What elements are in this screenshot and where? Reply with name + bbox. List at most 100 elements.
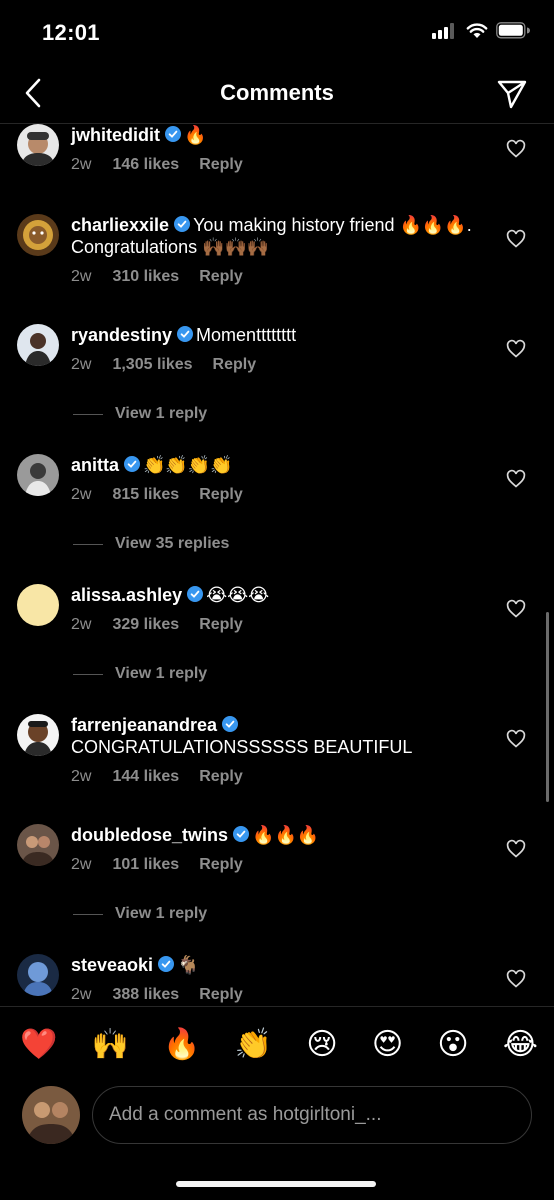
heart-icon[interactable] — [506, 469, 526, 489]
status-time: 12:01 — [42, 20, 100, 45]
scrollbar[interactable] — [546, 612, 549, 802]
comment-input[interactable] — [92, 1086, 532, 1144]
wifi-icon — [466, 22, 488, 38]
reply-button[interactable]: Reply — [199, 856, 243, 873]
reaction-heart-eyes-emoji[interactable]: 😍 — [372, 1027, 403, 1062]
comment-likes[interactable]: 1,305 likes — [112, 356, 192, 373]
reply-button[interactable]: Reply — [199, 616, 243, 633]
comment-likes[interactable]: 388 likes — [112, 986, 179, 1003]
comment-username[interactable]: jwhitedidit — [71, 125, 160, 145]
reaction-clap-emoji[interactable]: 👏 — [235, 1027, 272, 1062]
heart-icon[interactable] — [506, 969, 526, 989]
heart-icon[interactable] — [506, 599, 526, 619]
heart-icon[interactable] — [506, 229, 526, 249]
comment-text: 🔥🔥🔥 — [252, 825, 320, 845]
view-replies-button[interactable]: View 1 reply — [73, 905, 207, 923]
verified-badge-icon — [158, 956, 175, 972]
comment-body: steveaoki 🐐 — [71, 954, 481, 976]
my-avatar — [22, 1086, 80, 1144]
comment-item: anitta 👏👏👏👏 2w 815 likes Reply View 35 repl… — [0, 454, 554, 554]
view-replies-label: View 1 reply — [115, 665, 208, 682]
paper-plane-icon — [497, 80, 527, 109]
comment-likes[interactable]: 144 likes — [112, 768, 179, 785]
comment-username[interactable]: anitta — [71, 455, 119, 475]
reaction-surprised-emoji[interactable]: 😮 — [437, 1027, 468, 1062]
comment-item: doubledose_twins 🔥🔥🔥 2w 101 likes Reply Vie… — [0, 824, 554, 924]
avatar[interactable] — [17, 124, 59, 166]
reaction-heart-emoji[interactable]: ❤️ — [20, 1027, 57, 1062]
comment-meta: 2w 144 likes Reply — [71, 768, 263, 786]
verified-badge-icon — [233, 826, 250, 842]
avatar[interactable] — [17, 824, 59, 866]
comment-meta: 2w 329 likes Reply — [71, 616, 263, 634]
reply-button[interactable]: Reply — [213, 356, 257, 373]
comment-text: CONGRATULATIONSSSSSS BEAUTIFUL — [71, 737, 413, 757]
comment-time: 2w — [71, 156, 92, 173]
comment-likes[interactable]: 815 likes — [112, 486, 179, 503]
reaction-crying-emoji[interactable]: 😢 — [306, 1027, 337, 1062]
comment-meta: 2w 101 likes Reply — [71, 856, 263, 874]
comment-body: doubledose_twins 🔥🔥🔥 — [71, 824, 481, 846]
comment-likes[interactable]: 310 likes — [112, 268, 179, 285]
avatar[interactable] — [17, 584, 59, 626]
heart-icon[interactable] — [506, 839, 526, 859]
view-replies-label: View 1 reply — [115, 405, 208, 422]
comment-item: jwhitedidit 🔥 2w 146 likes Reply — [0, 124, 554, 204]
reply-button[interactable]: Reply — [199, 156, 243, 173]
view-replies-label: View 1 reply — [115, 905, 208, 922]
comment-likes[interactable]: 101 likes — [112, 856, 179, 873]
comment-time: 2w — [71, 986, 92, 1003]
comment-body: anitta 👏👏👏👏 — [71, 454, 481, 476]
heart-icon[interactable] — [506, 339, 526, 359]
heart-icon[interactable] — [506, 729, 526, 749]
comment-body: jwhitedidit 🔥 — [71, 124, 481, 146]
avatar[interactable] — [17, 214, 59, 256]
share-button[interactable] — [496, 78, 528, 110]
comment-username[interactable]: farrenjeanandrea — [71, 715, 217, 735]
reply-button[interactable]: Reply — [199, 986, 243, 1003]
avatar[interactable] — [17, 954, 59, 996]
comment-username[interactable]: ryandestiny — [71, 325, 172, 345]
view-replies-button[interactable]: View 1 reply — [73, 405, 207, 423]
comment-time: 2w — [71, 768, 92, 785]
comment-time: 2w — [71, 356, 92, 373]
comments-list[interactable]: jwhitedidit 🔥 2w 146 likes Reply charliexxi… — [0, 124, 554, 1006]
reaction-raised-hands-emoji[interactable]: 🙌 — [92, 1027, 129, 1062]
reply-button[interactable]: Reply — [199, 486, 243, 503]
comment-username[interactable]: charliexxile — [71, 215, 169, 235]
reply-button[interactable]: Reply — [199, 268, 243, 285]
comment-likes[interactable]: 329 likes — [112, 616, 179, 633]
home-indicator[interactable] — [176, 1181, 376, 1187]
comment-item: farrenjeanandrea CONGRATULATIONSSSSSS BEA… — [0, 714, 554, 814]
comment-time: 2w — [71, 616, 92, 633]
reply-button[interactable]: Reply — [199, 768, 243, 785]
reaction-laughing-emoji[interactable]: 😂 — [503, 1027, 538, 1062]
status-icons — [432, 22, 530, 39]
comment-item: steveaoki 🐐 2w 388 likes Reply — [0, 954, 554, 1006]
view-replies-button[interactable]: View 35 replies — [73, 535, 229, 553]
comment-time: 2w — [71, 856, 92, 873]
comment-text: Momentttttttt — [196, 325, 297, 345]
reaction-fire-emoji[interactable]: 🔥 — [163, 1027, 200, 1062]
avatar[interactable] — [17, 454, 59, 496]
avatar[interactable] — [17, 324, 59, 366]
reply-divider — [73, 543, 103, 545]
comment-body: farrenjeanandrea CONGRATULATIONSSSSSS BEA… — [71, 714, 481, 758]
comment-username[interactable]: doubledose_twins — [71, 825, 228, 845]
comment-text: 😭😭😭 — [206, 585, 270, 605]
verified-badge-icon — [174, 216, 191, 232]
comment-meta: 2w 146 likes Reply — [71, 156, 263, 174]
heart-icon[interactable] — [506, 139, 526, 159]
verified-badge-icon — [177, 326, 194, 342]
comment-likes[interactable]: 146 likes — [112, 156, 179, 173]
battery-icon — [496, 22, 530, 39]
quick-reactions-bar: ❤️ 🙌 🔥 👏 😢 😍 😮 😂 — [0, 1006, 554, 1082]
avatar[interactable] — [17, 714, 59, 756]
comment-username[interactable]: alissa.ashley — [71, 585, 182, 605]
comment-time: 2w — [71, 486, 92, 503]
comment-username[interactable]: steveaoki — [71, 955, 153, 975]
view-replies-label: View 35 replies — [115, 535, 230, 552]
verified-badge-icon — [124, 456, 141, 472]
comment-meta: 2w 815 likes Reply — [71, 486, 263, 504]
view-replies-button[interactable]: View 1 reply — [73, 665, 207, 683]
